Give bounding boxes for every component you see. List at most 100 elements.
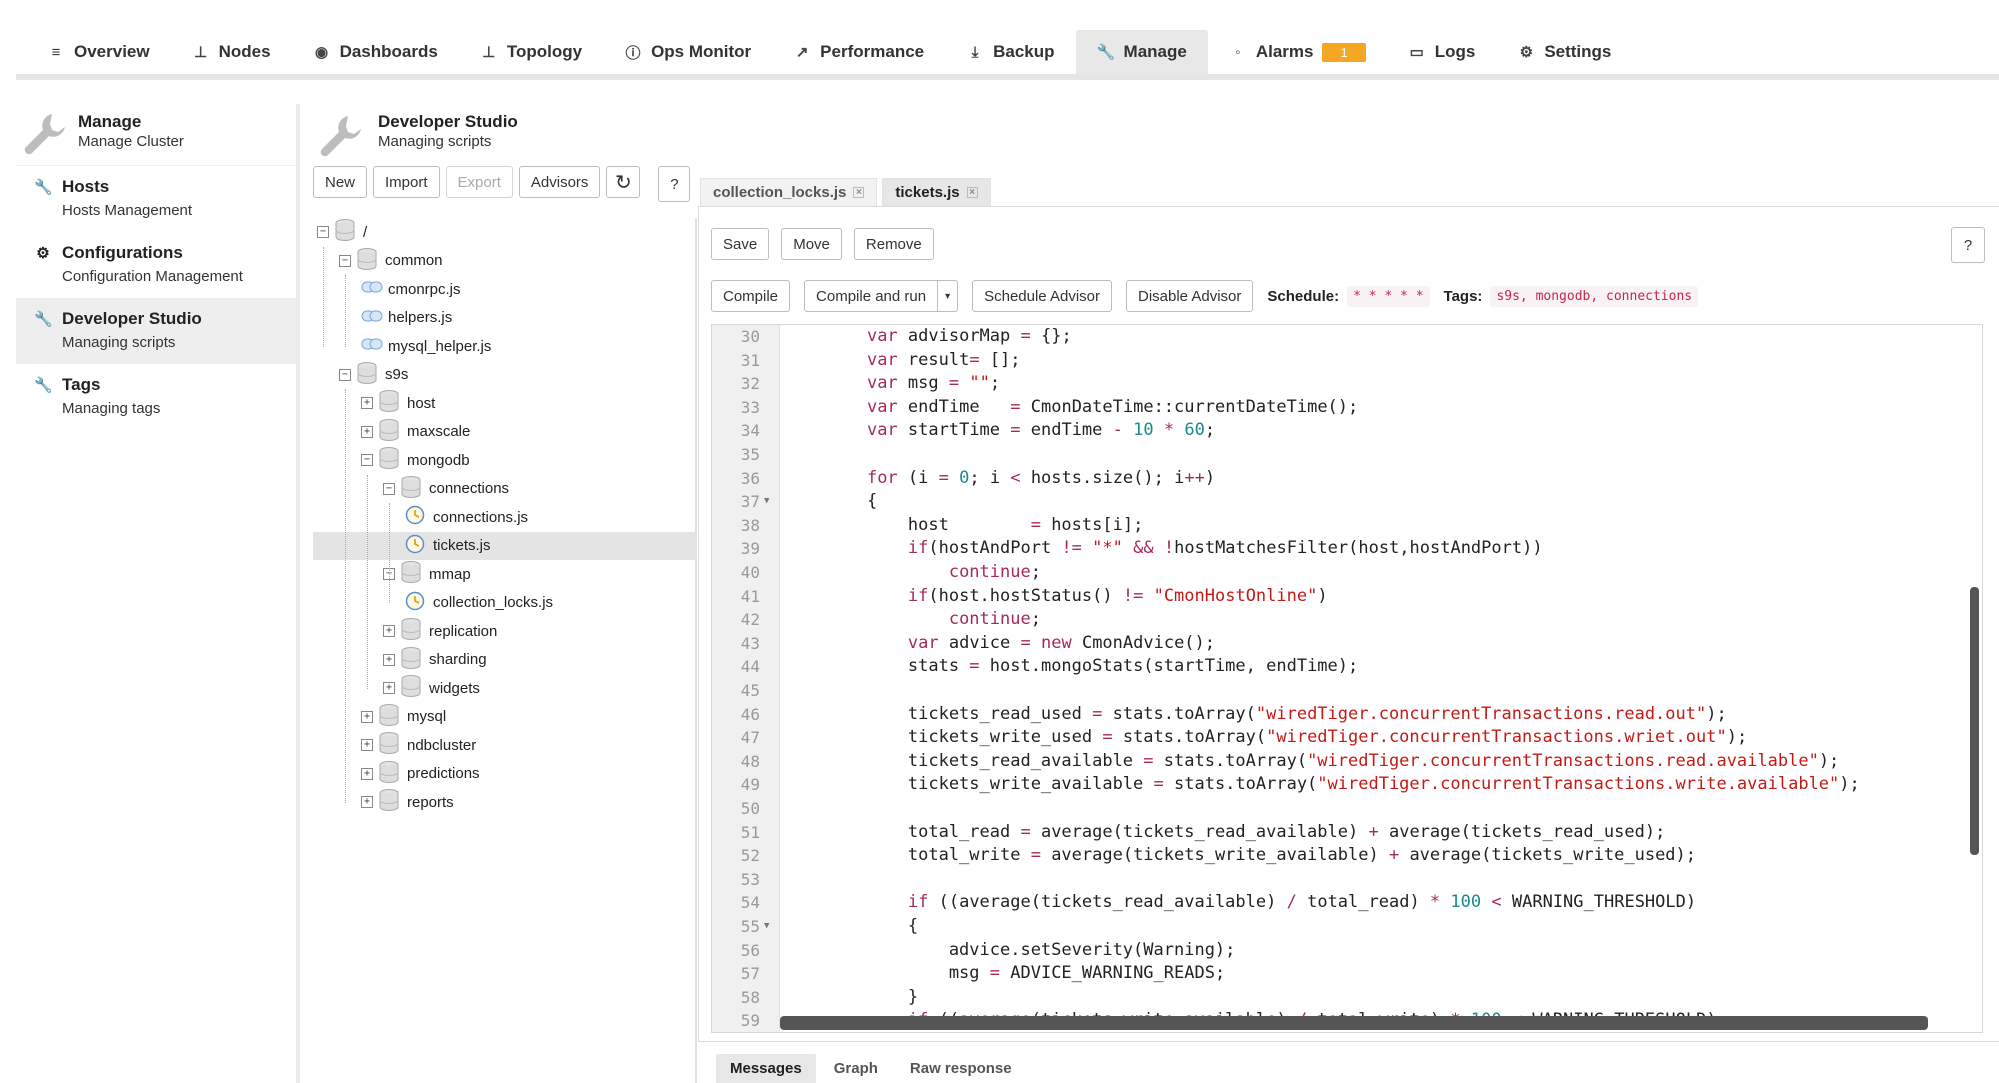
advisors-button[interactable]: Advisors (518, 166, 601, 198)
code-editor[interactable]: 30 var advisorMap = {}; 31 var result= []… (711, 324, 1983, 1033)
nav-overview[interactable]: ≡ Overview (26, 30, 171, 74)
tree-node-folder[interactable]: + ndbcluster (361, 731, 476, 759)
folder-database-icon (401, 675, 429, 701)
tree-node-label: predictions (407, 765, 480, 782)
tree-node-script[interactable]: connections.js (405, 503, 528, 531)
tree-node-folder[interactable]: − s9s (339, 361, 408, 389)
code-line: 36 for (i = 0; i < hosts.size(); i++) (712, 467, 1982, 491)
close-icon[interactable]: × (966, 187, 978, 198)
export-button[interactable]: Export (445, 166, 513, 198)
disable-advisor-button[interactable]: Disable Advisor (1126, 280, 1254, 312)
expand-icon[interactable]: + (361, 796, 373, 808)
code-line: 52 total_write = average(tickets_write_a… (712, 844, 1982, 868)
tree-node-folder[interactable]: + sharding (383, 646, 487, 674)
line-number: 49 (740, 775, 760, 795)
sidebar-item-title: 🔧 Hosts (34, 177, 286, 197)
line-number: 37 (740, 492, 760, 512)
remove-button[interactable]: Remove (853, 228, 934, 260)
editor-help-button[interactable]: ? (1951, 227, 1985, 263)
tree-node-folder[interactable]: + replication (383, 617, 497, 645)
code-text: var result= []; (866, 349, 1021, 370)
library-file-icon (361, 337, 388, 355)
nav-settings[interactable]: ⚙ Settings (1496, 30, 1632, 74)
fold-arrow-icon[interactable]: ▼ (764, 915, 769, 939)
nav-topology[interactable]: ⊥ Topology (459, 30, 603, 74)
nav-performance[interactable]: ↗ Performance (772, 30, 945, 74)
tree-node-folder[interactable]: − mongodb (361, 446, 470, 474)
tree-node-script[interactable]: tickets.js (313, 531, 697, 560)
sidebar-item-developer-studio[interactable]: 🔧 Developer Studio Managing scripts (16, 298, 296, 364)
nav-logs[interactable]: ▭ Logs (1387, 30, 1497, 74)
fold-arrow-icon[interactable]: ▼ (764, 490, 769, 514)
sidebar-item-hosts[interactable]: 🔧 Hosts Hosts Management (16, 166, 296, 232)
compile-and-run-button[interactable]: Compile and run (804, 280, 939, 312)
code-text: tickets_read_used = stats.toArray("wired… (826, 703, 1727, 724)
schedule-advisor-button[interactable]: Schedule Advisor (972, 280, 1112, 312)
tree-node-lib[interactable]: cmonrpc.js (361, 275, 461, 303)
horizontal-scrollbar[interactable] (780, 1016, 1928, 1030)
folder-database-icon (379, 447, 407, 473)
compile-options-dropdown[interactable]: ▾ (938, 280, 959, 312)
compile-button[interactable]: Compile (711, 280, 791, 312)
tree-node-folder[interactable]: − common (339, 247, 443, 275)
tree-node-lib[interactable]: helpers.js (361, 304, 452, 332)
collapse-icon[interactable]: − (339, 368, 351, 381)
expand-icon[interactable]: + (383, 653, 395, 666)
nav-alarms[interactable]: ◦ Alarms 1 (1208, 30, 1387, 74)
tree-node-folder[interactable]: + maxscale (361, 418, 470, 446)
expand-icon[interactable]: + (383, 682, 395, 694)
expand-icon[interactable]: + (383, 625, 395, 637)
tree-node-lib[interactable]: mysql_helper.js (361, 332, 491, 360)
tree-node-folder[interactable]: + reports (361, 788, 454, 816)
save-button[interactable]: Save (711, 228, 770, 260)
output-tab-raw-response[interactable]: Raw response (896, 1054, 1026, 1083)
output-tab-messages[interactable]: Messages (716, 1054, 816, 1083)
line-number: 42 (740, 610, 760, 630)
expand-icon[interactable]: + (361, 710, 373, 723)
tree-node-folder[interactable]: − mmap (383, 560, 471, 588)
wrench-icon: 🔧 (1096, 44, 1116, 61)
nav-ops-monitor[interactable]: ⓘ Ops Monitor (603, 30, 772, 74)
nav-dashboards[interactable]: ◉ Dashboards (292, 30, 459, 74)
nav-nodes[interactable]: ⊥ Nodes (171, 30, 292, 74)
tab-tickets-js[interactable]: tickets.js × (882, 178, 991, 206)
expand-icon[interactable]: + (361, 739, 373, 751)
refresh-button[interactable]: ↻ (606, 166, 641, 198)
nav-label: Overview (74, 42, 150, 61)
nav-backup[interactable]: ⤓ Backup (945, 30, 1075, 74)
sidebar-item-configurations[interactable]: ⚙ Configurations Configuration Management (16, 232, 296, 298)
collapse-icon[interactable]: − (317, 226, 329, 238)
move-button[interactable]: Move (781, 228, 842, 260)
tree-help-button[interactable]: ? (658, 166, 691, 202)
line-number: 52 (740, 846, 760, 866)
tab-collection-locks-js[interactable]: collection_locks.js × (700, 178, 878, 206)
folder-database-icon (357, 247, 385, 274)
alarm-count-badge: 1 (1322, 42, 1366, 62)
expand-icon[interactable]: + (361, 397, 373, 409)
new-button[interactable]: New (313, 166, 368, 198)
tree-node-folder[interactable]: − connections (383, 475, 509, 503)
folder-database-icon (379, 760, 407, 787)
vertical-scrollbar[interactable] (1970, 587, 1979, 855)
collapse-icon[interactable]: − (339, 254, 351, 267)
nav-label: Topology (506, 42, 583, 61)
sidebar-item-tags[interactable]: 🔧 Tags Managing tags (16, 364, 296, 430)
nav-label: Ops Monitor (651, 42, 752, 61)
tree-node-folder[interactable]: + widgets (383, 674, 480, 702)
close-icon[interactable]: × (853, 187, 865, 198)
tree-node-folder[interactable]: + mysql (361, 703, 446, 731)
nav-manage[interactable]: 🔧 Manage (1075, 30, 1208, 74)
output-tab-graph[interactable]: Graph (820, 1054, 892, 1083)
tree-node-script[interactable]: collection_locks.js (405, 589, 553, 617)
tree-node-folder[interactable]: + predictions (361, 760, 480, 788)
tree-node-folder[interactable]: − / (317, 218, 367, 246)
collapse-icon[interactable]: − (383, 482, 395, 495)
line-number: 35 (740, 445, 760, 464)
tree-node-folder[interactable]: + host (361, 389, 435, 417)
expand-icon[interactable]: + (361, 767, 373, 780)
expand-icon[interactable]: + (361, 425, 373, 438)
manage-sidebar: Manage Manage Cluster 🔧 Hosts Hosts Manage… (16, 104, 300, 1083)
tree-node-label: mysql (407, 708, 447, 725)
import-button[interactable]: Import (373, 166, 440, 198)
collapse-icon[interactable]: − (361, 454, 373, 466)
